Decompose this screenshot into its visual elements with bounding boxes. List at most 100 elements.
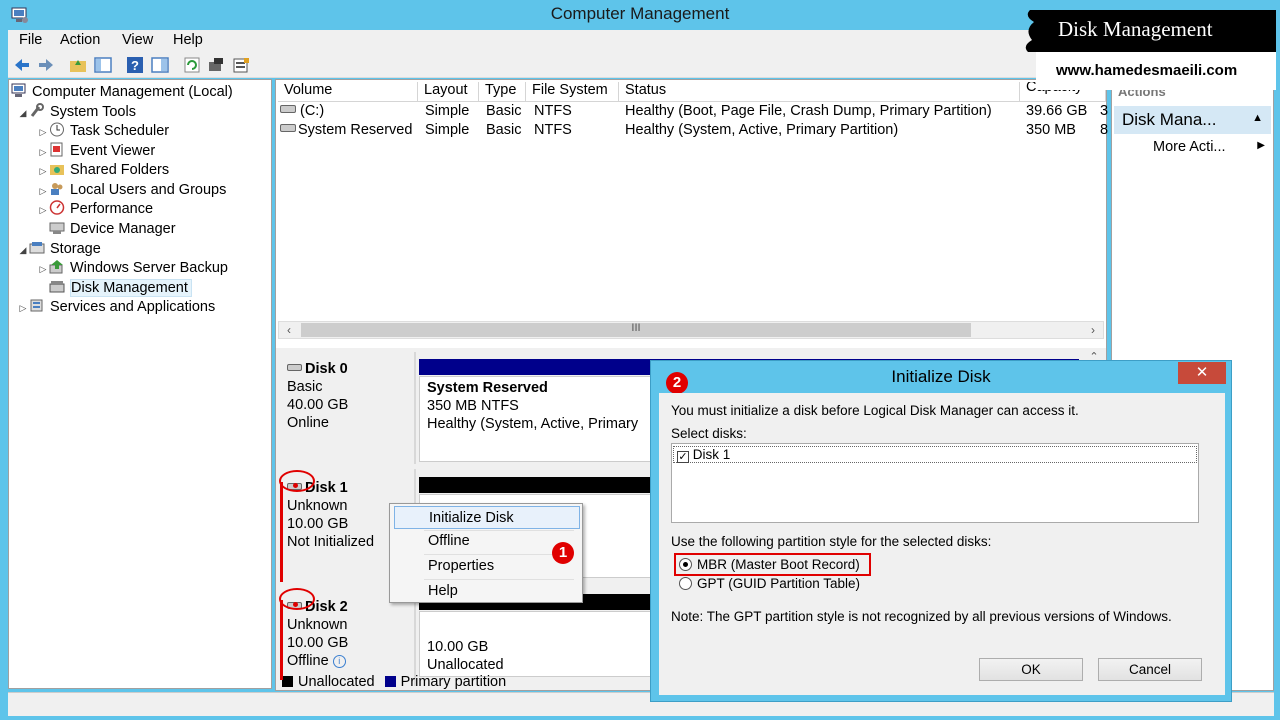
storage-icon (29, 240, 45, 255)
properties-pane-icon[interactable] (150, 55, 170, 75)
watermark: Disk Management www.hamedesmaeili.com (1022, 6, 1276, 92)
table-cell: NTFS (534, 122, 572, 138)
menu-item-help[interactable]: Help (394, 580, 580, 603)
scroll-left-icon[interactable]: ‹ (281, 323, 297, 337)
context-menu: Initialize Disk Offline Properties Help … (389, 503, 583, 603)
disk-list: ✓ Disk 1 (671, 443, 1199, 523)
table-cell: Healthy (Boot, Page File, Crash Dump, Pr… (625, 103, 992, 119)
tree-item-local-users[interactable]: ▷ Local Users and Groups (37, 181, 227, 200)
collapse-up-icon[interactable]: ▲ (1252, 112, 1263, 124)
up-folder-icon[interactable] (68, 55, 88, 75)
collapsed-arrow-icon[interactable]: ▷ (37, 147, 49, 158)
help-icon[interactable]: ? (125, 55, 145, 75)
mbr-radio-option[interactable]: MBR (Master Boot Record) (674, 553, 871, 576)
step-badge-1: 1 (552, 542, 574, 564)
table-cell: 350 MB (1026, 122, 1076, 138)
table-cell: Healthy (System, Active, Primary Partiti… (625, 122, 899, 138)
collapsed-arrow-icon[interactable]: ▷ (37, 186, 49, 197)
collapsed-arrow-icon[interactable]: ▷ (37, 127, 49, 138)
column-header-type[interactable]: Type (479, 82, 526, 102)
actions-section-disk-management[interactable]: Disk Mana... ▲ (1114, 106, 1271, 134)
disk-0-info[interactable]: Disk 0 Basic 40.00 GB Online (278, 352, 416, 464)
table-cell: Simple (425, 103, 470, 119)
table-cell: Simple (425, 122, 470, 138)
users-icon (49, 181, 65, 196)
dialog-body: You must initialize a disk before Logica… (659, 393, 1225, 695)
tree-item-windows-server-backup[interactable]: ▷ Windows Server Backup (37, 259, 228, 278)
table-cell: 39.66 GB (1026, 103, 1088, 119)
list-item[interactable]: ✓ Disk 1 (673, 446, 1197, 463)
tree-item-storage[interactable]: ◢ Storage (17, 240, 101, 259)
collapsed-arrow-icon[interactable]: ▷ (37, 264, 49, 275)
intro-text: You must initialize a disk before Logica… (671, 403, 1079, 418)
table-cell: 8 (1100, 122, 1109, 138)
menu-help[interactable]: Help (173, 32, 203, 48)
horizontal-scrollbar[interactable]: ‹ III › (278, 321, 1104, 339)
drive-icon (280, 105, 296, 113)
column-header-status[interactable]: Status (619, 82, 1020, 102)
radio-unselected-icon[interactable] (679, 577, 692, 590)
tree-item-system-tools[interactable]: ◢ System Tools (17, 103, 136, 122)
more-actions-link[interactable]: More Acti... ▶ (1153, 139, 1271, 155)
svg-text:?: ? (131, 58, 139, 73)
table-cell: NTFS (534, 103, 572, 119)
menu-view[interactable]: View (122, 32, 153, 48)
unallocated-bar (419, 477, 659, 493)
collapsed-arrow-icon[interactable]: ▷ (17, 303, 29, 314)
show-hide-tree-icon[interactable] (93, 55, 113, 75)
column-header-file-system[interactable]: File System (526, 82, 619, 102)
forward-arrow-icon[interactable] (36, 55, 56, 75)
tree-item-device-manager[interactable]: Device Manager (49, 220, 176, 239)
unallocated-swatch (282, 676, 293, 687)
scrollbar-thumb[interactable]: III (301, 322, 971, 337)
backup-icon (49, 259, 65, 274)
menu-item-initialize-disk[interactable]: Initialize Disk (394, 506, 580, 529)
export-list-icon[interactable] (231, 55, 251, 75)
radio-selected-icon[interactable] (679, 558, 692, 571)
computer-management-icon (11, 83, 27, 98)
column-header-volume[interactable]: Volume (278, 82, 418, 102)
ok-button[interactable]: OK (979, 658, 1083, 681)
menu-action[interactable]: Action (60, 32, 100, 48)
info-icon[interactable]: i (332, 655, 346, 668)
tree-item-root[interactable]: Computer Management (Local) (11, 83, 233, 102)
gpt-radio-option[interactable]: GPT (GUID Partition Table) (679, 576, 860, 591)
clock-icon (49, 122, 65, 137)
table-cell: Basic (486, 103, 522, 119)
table-row[interactable]: (C:) (280, 103, 324, 119)
cancel-button[interactable]: Cancel (1098, 658, 1202, 681)
tree-item-services[interactable]: ▷ Services and Applications (17, 298, 216, 317)
tree-item-disk-management[interactable]: Disk Management (49, 279, 192, 298)
tree-item-performance[interactable]: ▷ Performance (37, 200, 153, 219)
partition-disk-2-unallocated[interactable]: 10.00 GB Unallocated (419, 611, 659, 677)
checkbox-checked-icon[interactable]: ✓ (677, 451, 689, 463)
menu-file[interactable]: File (19, 32, 42, 48)
navigation-tree: Computer Management (Local) ◢ System Tool… (8, 79, 272, 689)
collapsed-arrow-icon[interactable]: ▷ (37, 166, 49, 177)
tree-item-event-viewer[interactable]: ▷ Event Viewer (37, 142, 155, 161)
disk-icon (287, 364, 302, 371)
menu-item-properties[interactable]: Properties (394, 555, 580, 578)
partition-system-reserved[interactable]: System Reserved 350 MB NTFS Healthy (Sys… (419, 376, 659, 462)
back-arrow-icon[interactable] (12, 55, 32, 75)
scroll-right-icon[interactable]: › (1085, 323, 1101, 337)
column-header-layout[interactable]: Layout (418, 82, 479, 102)
select-disks-label: Select disks: (671, 426, 747, 441)
system-tools-icon (29, 103, 45, 118)
refresh-icon[interactable] (182, 55, 202, 75)
annotation-bracket (280, 600, 283, 680)
scroll-grip: III (631, 322, 641, 334)
connect-icon[interactable] (206, 55, 226, 75)
primary-swatch (384, 676, 396, 687)
services-icon (29, 298, 45, 313)
disk-management-icon (49, 279, 65, 294)
expanded-arrow-icon[interactable]: ◢ (17, 108, 29, 119)
device-manager-icon (49, 220, 65, 235)
tree-item-shared-folders[interactable]: ▷ Shared Folders (37, 161, 170, 180)
table-row[interactable]: System Reserved (280, 122, 412, 138)
close-icon[interactable]: ✕ (1178, 362, 1226, 384)
expanded-arrow-icon[interactable]: ◢ (17, 245, 29, 256)
partition-style-label: Use the following partition style for th… (671, 534, 992, 549)
collapsed-arrow-icon[interactable]: ▷ (37, 205, 49, 216)
tree-item-task-scheduler[interactable]: ▷ Task Scheduler (37, 122, 169, 141)
